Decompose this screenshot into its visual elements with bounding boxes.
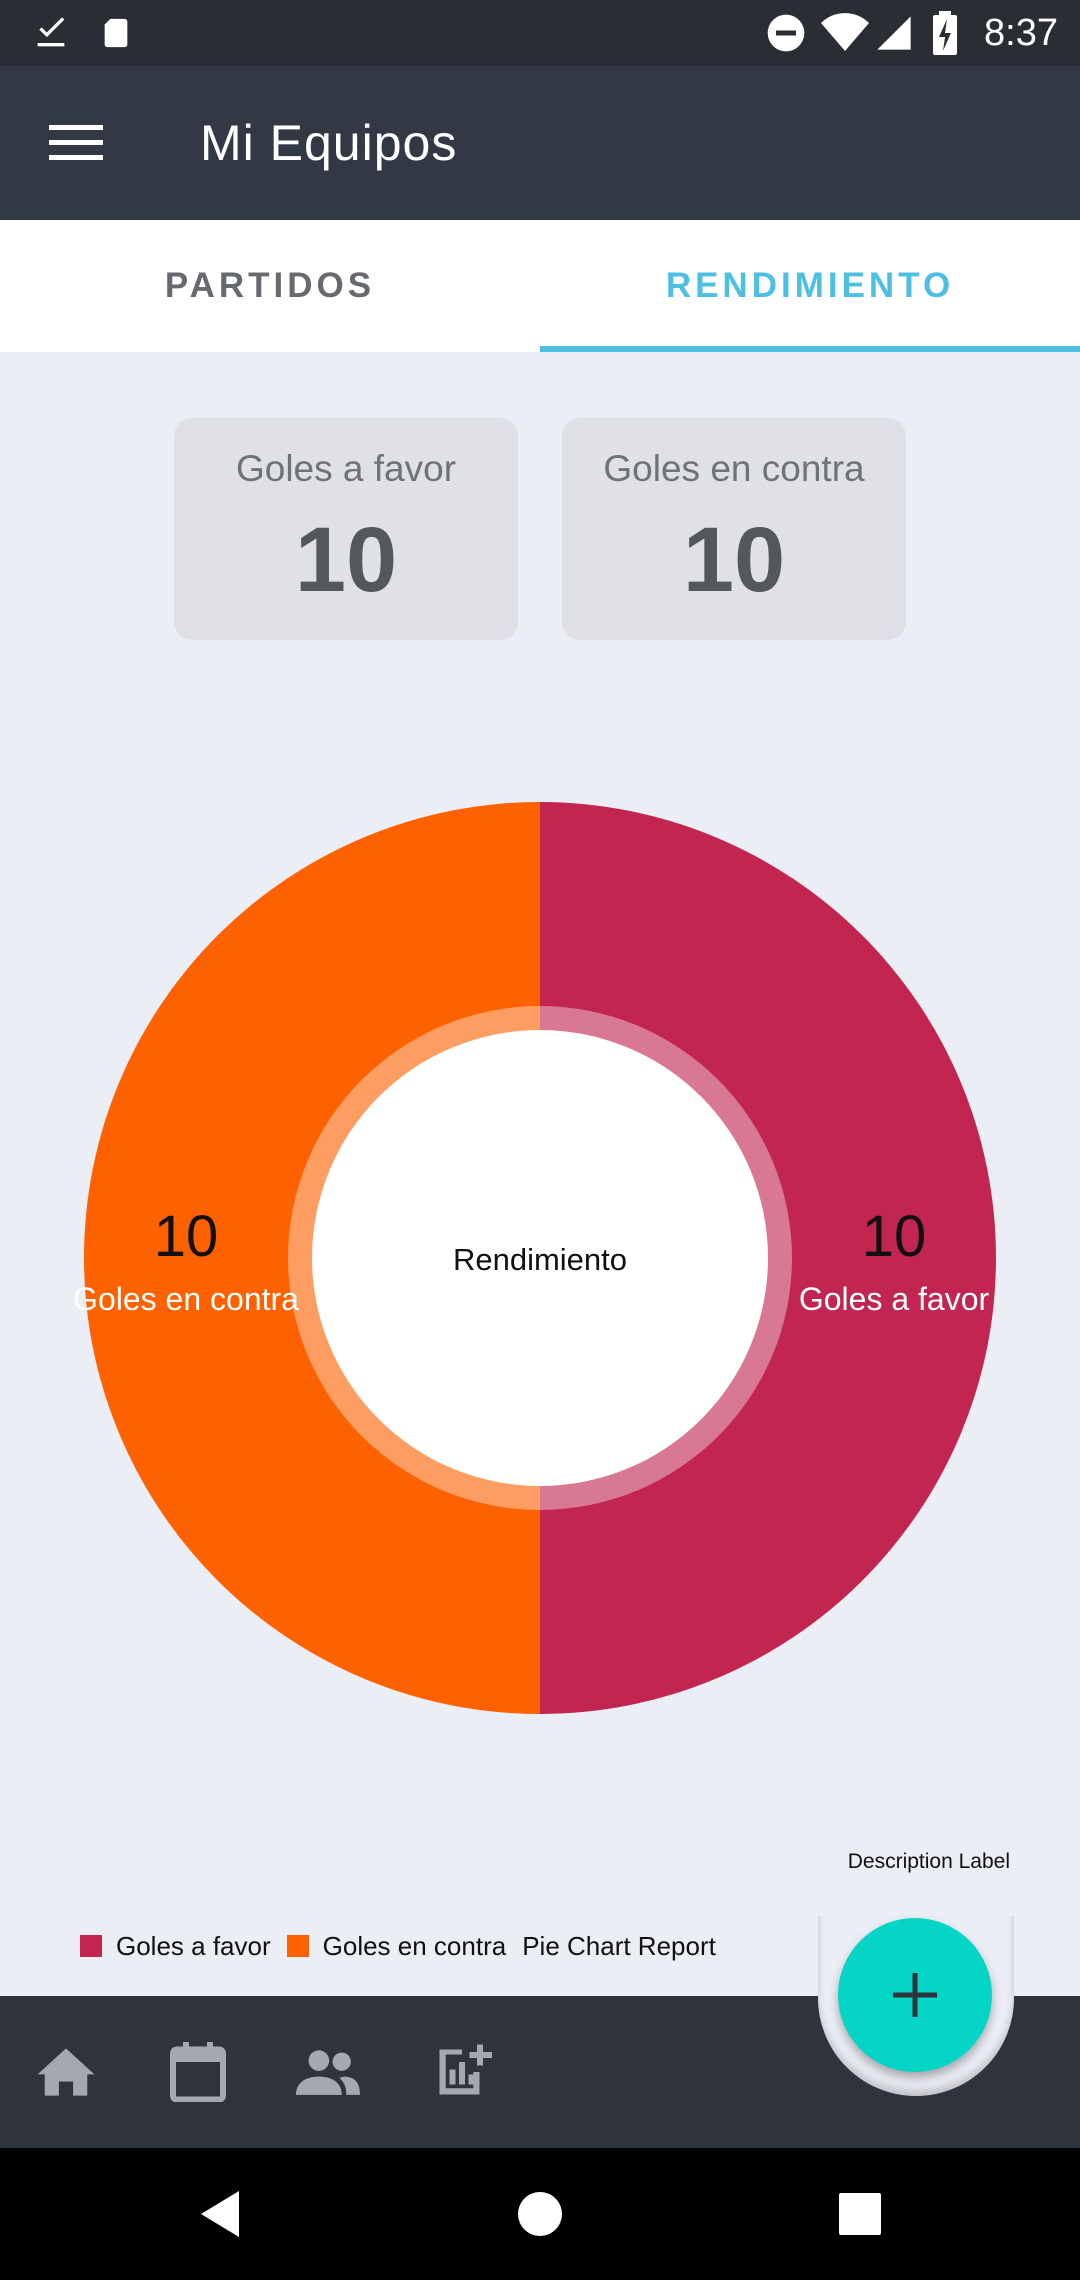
app-bar: Mi Equipos: [0, 66, 1080, 220]
goles-en-contra-label: Goles en contra: [603, 448, 865, 489]
legend-label-contra: Goles en contra: [322, 1930, 507, 1961]
tab-bar: PARTIDOS RENDIMIENTO: [0, 220, 1080, 352]
tab-indicator: [540, 346, 1080, 352]
goles-a-favor-label: Goles a favor: [235, 448, 457, 489]
battery-charging-icon: [930, 0, 960, 66]
chart-legend: Goles a favor Goles en contra Pie Chart …: [80, 1930, 732, 1962]
pie-value-label-goles-a-favor: 10: [862, 1204, 927, 1269]
legend-title: Pie Chart Report: [522, 1930, 716, 1961]
people-icon[interactable]: [296, 2040, 360, 2104]
hamburger-menu-icon[interactable]: [36, 110, 116, 176]
pie-value-label-goles-en-contra: 10: [154, 1204, 219, 1269]
calendar-icon[interactable]: [166, 2040, 230, 2104]
pie-name-label-goles-en-contra: Goles en contra: [73, 1281, 299, 1317]
tab-partidos[interactable]: PARTIDOS: [0, 220, 540, 352]
signal-icon: [872, 0, 916, 66]
pie-chart[interactable]: Rendimiento 10 Goles a favor 10 Goles en co…: [0, 760, 1080, 1760]
chart-center-text: Rendimiento: [453, 1242, 627, 1277]
back-icon[interactable]: [160, 2148, 280, 2280]
wifi-icon: [820, 0, 870, 66]
do-not-disturb-icon: [762, 0, 810, 66]
add-chart-icon[interactable]: [430, 2040, 494, 2104]
goles-a-favor-value: 10: [294, 509, 398, 611]
system-navigation-bar: [0, 2148, 1080, 2280]
goles-en-contra-card: Goles en contra 10: [562, 418, 906, 640]
home-button-icon[interactable]: [480, 2148, 600, 2280]
legend-swatch-favor: [80, 1935, 102, 1957]
legend-label-favor: Goles a favor: [116, 1930, 271, 1961]
download-done-icon: [28, 0, 74, 66]
sd-card-icon: [96, 0, 136, 66]
status-bar: 8:37: [0, 0, 1080, 66]
legend-swatch-contra: [286, 1935, 309, 1957]
pie-name-label-goles-a-favor: Goles a favor: [799, 1281, 990, 1317]
add-fab-button[interactable]: [838, 1918, 992, 2072]
app-title: Mi Equipos: [200, 115, 458, 171]
goles-a-favor-card: Goles a favor 10: [174, 418, 518, 640]
home-icon[interactable]: [34, 2040, 98, 2104]
plus-icon: [893, 1973, 937, 2017]
status-time: 8:37: [984, 12, 1058, 54]
goles-en-contra-value: 10: [682, 509, 786, 611]
chart-description-label: Description Label: [847, 1850, 1010, 1873]
tab-rendimiento[interactable]: RENDIMIENTO: [540, 220, 1080, 352]
recents-icon[interactable]: [800, 2148, 920, 2280]
